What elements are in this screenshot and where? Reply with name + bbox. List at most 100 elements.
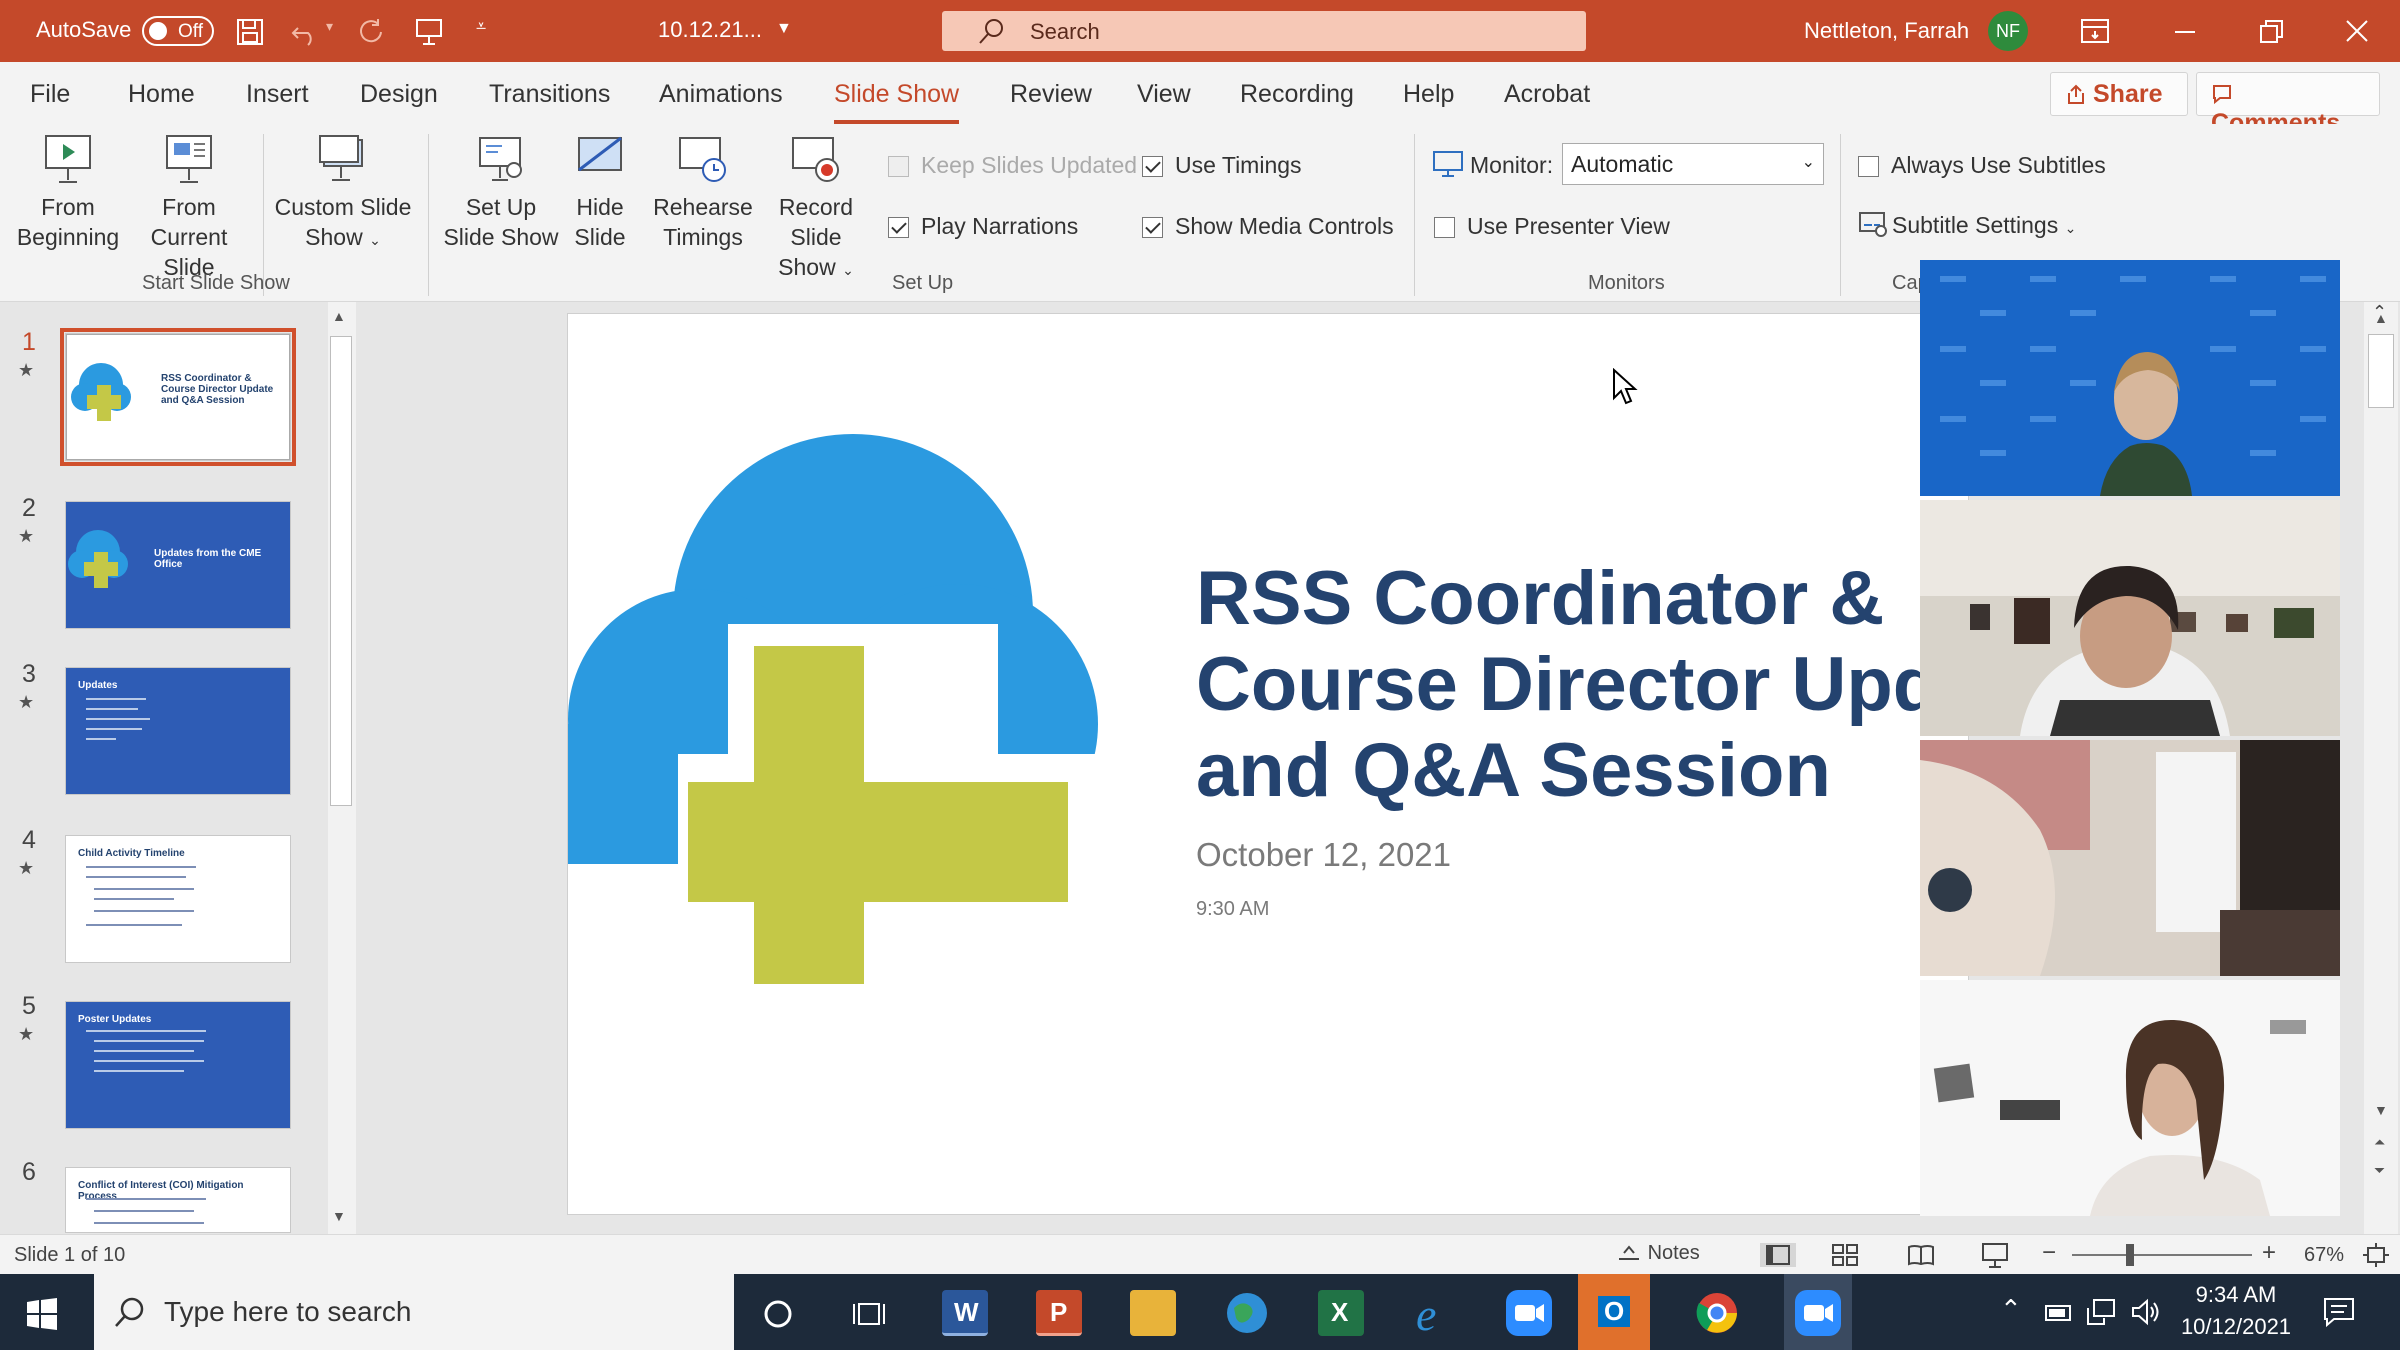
next-slide-icon[interactable]: ⏷ bbox=[2374, 1162, 2385, 1179]
scroll-down-icon[interactable]: ▼ bbox=[2374, 1102, 2388, 1118]
notifications-icon[interactable] bbox=[2322, 1296, 2356, 1328]
chevron-up-icon[interactable]: ⌃ bbox=[2000, 1294, 2022, 1325]
search-box[interactable]: Search bbox=[942, 11, 1586, 51]
clock-time[interactable]: 9:34 AM bbox=[2176, 1282, 2296, 1308]
slide-show-view-icon[interactable] bbox=[1980, 1241, 2010, 1269]
undo-icon[interactable] bbox=[290, 18, 320, 46]
redo-icon[interactable] bbox=[356, 16, 386, 46]
chrome-icon[interactable] bbox=[1694, 1290, 1740, 1336]
start-presentation-icon[interactable] bbox=[414, 17, 444, 47]
keep-slides-updated-checkbox[interactable]: Keep Slides Updated bbox=[888, 152, 1137, 179]
tab-slide-show[interactable]: Slide Show bbox=[834, 80, 960, 124]
custom-slide-show-button[interactable]: Custom Slide Show ⌄ bbox=[270, 132, 416, 255]
zoom-level[interactable]: 67% bbox=[2304, 1244, 2344, 1267]
tab-file[interactable]: File bbox=[30, 80, 70, 109]
set-up-slide-show-button[interactable]: Set Up Slide Show bbox=[438, 132, 564, 252]
subtitle-settings-button[interactable]: Subtitle Settings ⌄ bbox=[1858, 210, 2076, 239]
volume-icon[interactable] bbox=[2130, 1298, 2162, 1326]
minimize-icon[interactable] bbox=[2172, 18, 2198, 44]
internet-explorer-icon[interactable]: e bbox=[1410, 1290, 1458, 1336]
document-name[interactable]: 10.12.21... bbox=[658, 17, 762, 43]
tab-insert[interactable]: Insert bbox=[246, 80, 309, 109]
show-media-controls-checkbox[interactable]: Show Media Controls bbox=[1142, 213, 1394, 240]
tab-home[interactable]: Home bbox=[128, 80, 195, 109]
scrollbar-thumb[interactable] bbox=[330, 336, 352, 806]
tab-animations[interactable]: Animations bbox=[659, 80, 783, 109]
from-beginning-button[interactable]: From Beginning bbox=[10, 132, 126, 252]
video-tile-participant-3[interactable] bbox=[1920, 740, 2340, 976]
zoom-in-icon[interactable]: + bbox=[2262, 1239, 2276, 1267]
always-use-subtitles-checkbox[interactable]: Always Use Subtitles bbox=[1858, 152, 2106, 179]
comments-button[interactable]: Comments bbox=[2196, 72, 2380, 137]
file-explorer-icon[interactable] bbox=[1130, 1290, 1176, 1336]
video-tile-participant-1[interactable] bbox=[1920, 260, 2340, 496]
hide-slide-button[interactable]: Hide Slide bbox=[564, 132, 636, 252]
record-slide-show-button[interactable]: Record Slide Show ⌄ bbox=[754, 132, 878, 285]
save-icon[interactable] bbox=[236, 18, 264, 46]
tab-design[interactable]: Design bbox=[360, 80, 438, 109]
slide-sorter-icon[interactable] bbox=[1830, 1243, 1860, 1267]
avatar[interactable]: NF bbox=[1988, 11, 2028, 51]
use-presenter-view-checkbox[interactable]: Use Presenter View bbox=[1434, 213, 1670, 240]
zoom-slider[interactable] bbox=[2072, 1244, 2252, 1266]
share-button[interactable]: Share bbox=[2050, 72, 2188, 116]
from-current-slide-button[interactable]: From Current Slide bbox=[126, 132, 252, 282]
slide-thumbnail-3[interactable]: Updates bbox=[66, 668, 290, 794]
tab-review[interactable]: Review bbox=[1010, 80, 1092, 109]
restore-icon[interactable] bbox=[2258, 18, 2286, 46]
ribbon-display-options-icon[interactable] bbox=[2080, 18, 2110, 44]
slide-time[interactable]: 9:30 AM bbox=[1196, 898, 1269, 921]
slide-date[interactable]: October 12, 2021 bbox=[1196, 836, 1451, 874]
fit-slide-icon[interactable] bbox=[2362, 1242, 2390, 1268]
clock-date[interactable]: 10/12/2021 bbox=[2176, 1314, 2296, 1340]
scroll-up-icon[interactable]: ▲ bbox=[2374, 310, 2388, 326]
tab-acrobat[interactable]: Acrobat bbox=[1504, 80, 1590, 109]
previous-slide-icon[interactable]: ⏶ bbox=[2374, 1134, 2385, 1151]
zoom-app-icon[interactable] bbox=[1506, 1290, 1552, 1336]
slide-thumbnail-4[interactable]: Child Activity Timeline bbox=[66, 836, 290, 962]
zoom-slider-thumb[interactable] bbox=[2126, 1244, 2134, 1266]
zoom-meeting-icon[interactable] bbox=[1784, 1274, 1852, 1350]
slide-thumbnail-2[interactable]: Updates from the CME Office bbox=[66, 502, 290, 628]
close-icon[interactable] bbox=[2344, 18, 2370, 44]
slide-scrollbar[interactable]: ⌃ ▲ ▼ ⏶ ⏷ bbox=[2364, 302, 2398, 1234]
use-timings-checkbox[interactable]: Use Timings bbox=[1142, 152, 1302, 179]
powerpoint-icon[interactable]: P bbox=[1036, 1290, 1082, 1336]
play-narrations-checkbox[interactable]: Play Narrations bbox=[888, 213, 1078, 240]
normal-view-icon[interactable] bbox=[1760, 1243, 1796, 1267]
notes-button[interactable]: Notes bbox=[1616, 1241, 1700, 1265]
slide-thumbnail-6[interactable]: Conflict of Interest (COI) Mitigation Pr… bbox=[66, 1168, 290, 1232]
monitor-select[interactable]: Automatic ⌄ bbox=[1562, 143, 1824, 185]
user-name[interactable]: Nettleton, Farrah bbox=[1804, 18, 1969, 44]
reading-view-icon[interactable] bbox=[1906, 1243, 1936, 1267]
task-view-icon[interactable] bbox=[852, 1298, 886, 1330]
zoom-out-icon[interactable]: − bbox=[2042, 1239, 2056, 1267]
rehearse-timings-button[interactable]: Rehearse Timings bbox=[650, 132, 756, 252]
slide-canvas[interactable]: RSS Coordinator & Course Director Upd an… bbox=[568, 314, 1968, 1214]
scrollbar-thumb[interactable] bbox=[2368, 334, 2394, 408]
slide-title[interactable]: RSS Coordinator & Course Director Upd an… bbox=[1196, 556, 1939, 814]
scroll-down-icon[interactable]: ▼ bbox=[332, 1208, 346, 1224]
undo-dropdown-icon[interactable]: ▾ bbox=[326, 18, 333, 35]
taskbar-search-box[interactable]: Type here to search bbox=[94, 1274, 734, 1350]
tab-recording[interactable]: Recording bbox=[1240, 80, 1354, 109]
windows-start-icon[interactable] bbox=[26, 1298, 58, 1330]
tab-view[interactable]: View bbox=[1137, 80, 1191, 109]
autosave-toggle[interactable]: Off bbox=[142, 16, 214, 46]
video-tile-participant-4[interactable] bbox=[1920, 980, 2340, 1216]
customize-toolbar-icon[interactable]: ⩡ bbox=[476, 16, 486, 37]
excel-icon[interactable]: X bbox=[1318, 1290, 1364, 1336]
cortana-icon[interactable] bbox=[762, 1298, 794, 1330]
tab-help[interactable]: Help bbox=[1403, 80, 1454, 109]
slide-thumbnail-1[interactable]: RSS Coordinator & Course Director Update… bbox=[60, 328, 296, 466]
thumbnail-scrollbar[interactable]: ▲ ▼ bbox=[328, 302, 356, 1234]
word-icon[interactable]: W bbox=[942, 1290, 988, 1336]
network-icon[interactable] bbox=[2086, 1298, 2118, 1326]
scroll-up-icon[interactable]: ▲ bbox=[332, 308, 346, 324]
battery-icon[interactable] bbox=[2044, 1300, 2074, 1326]
slide-thumbnail-5[interactable]: Poster Updates bbox=[66, 1002, 290, 1128]
outlook-icon[interactable]: O bbox=[1578, 1274, 1650, 1350]
tab-transitions[interactable]: Transitions bbox=[489, 80, 610, 109]
globe-app-icon[interactable] bbox=[1224, 1290, 1270, 1336]
doc-name-dropdown-icon[interactable]: ▼ bbox=[776, 20, 792, 38]
